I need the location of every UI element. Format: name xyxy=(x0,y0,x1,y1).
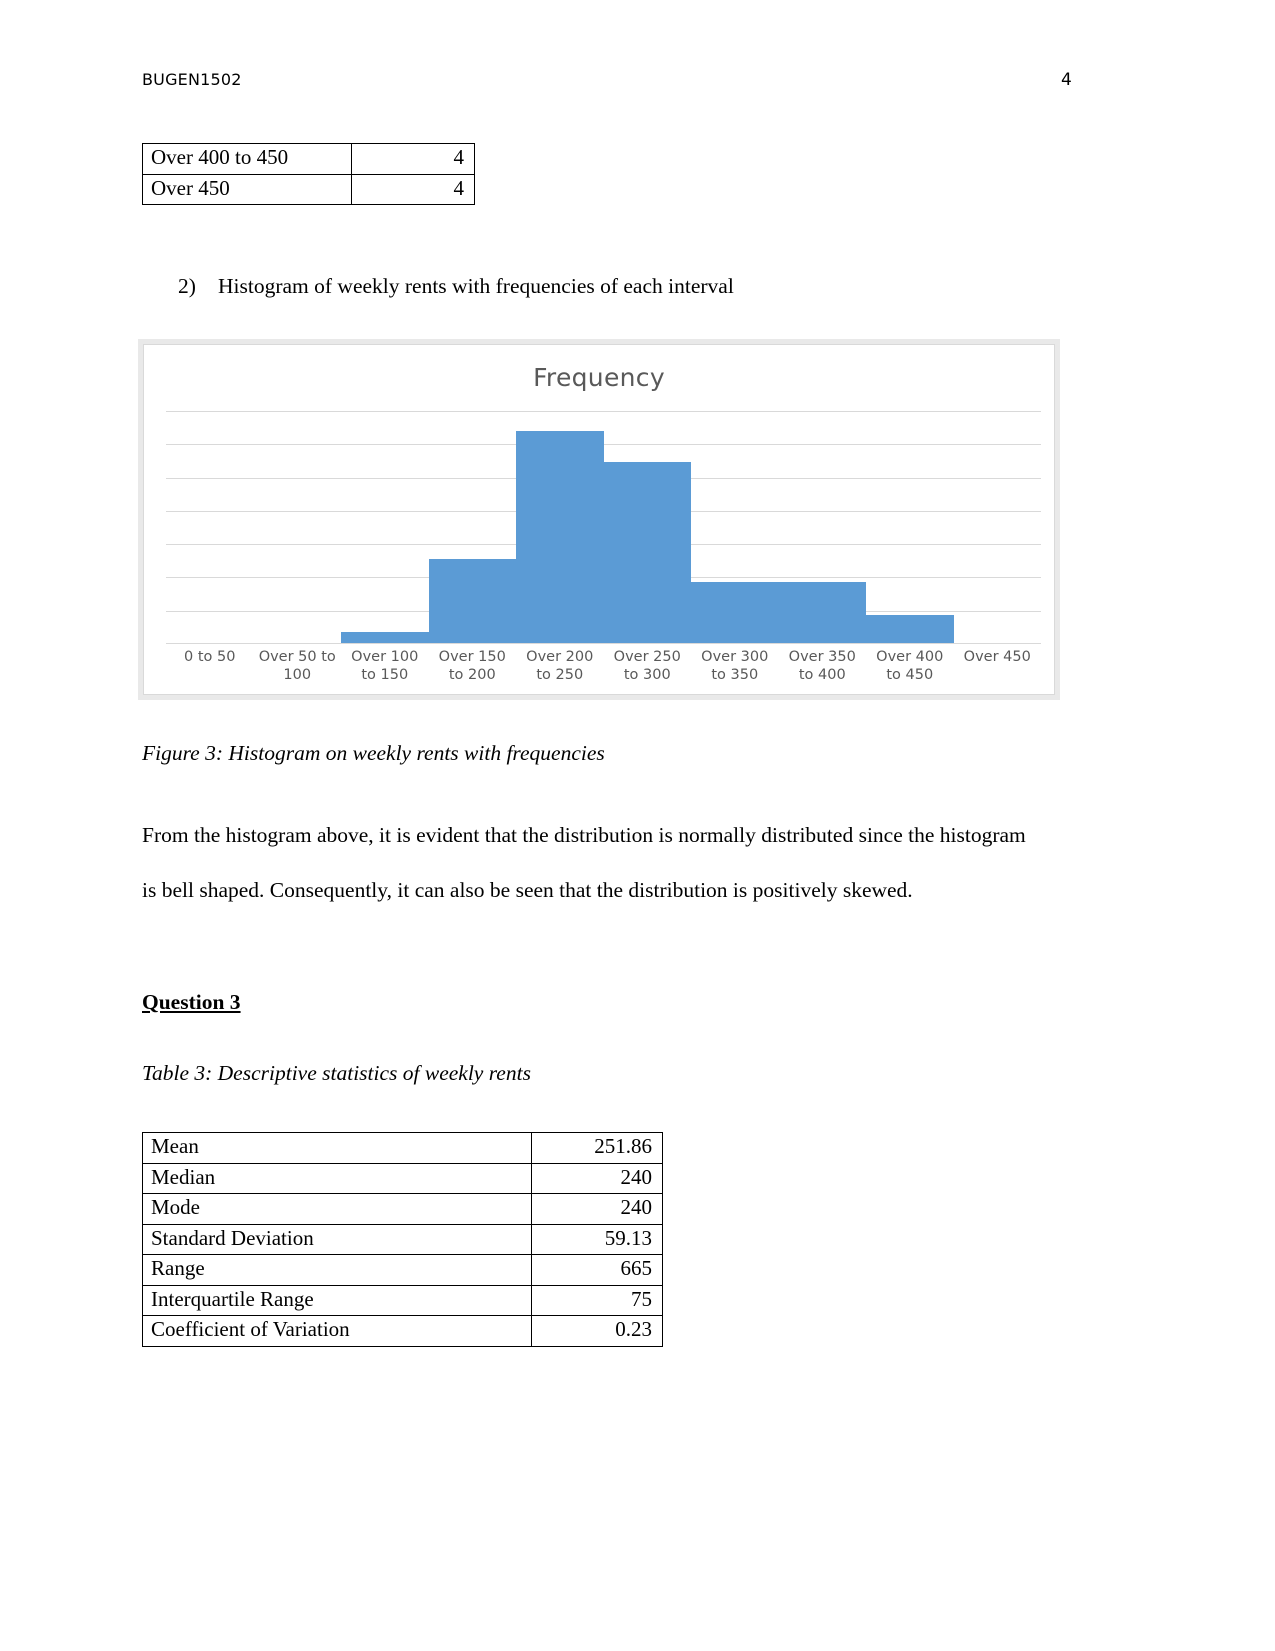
table-cell-value: 4 xyxy=(351,173,475,206)
chart-bar xyxy=(866,615,954,644)
x-axis-label: Over 200 to 250 xyxy=(526,649,594,684)
table-row: Median 240 xyxy=(142,1162,663,1195)
table-cell-value: 75 xyxy=(531,1284,663,1317)
table-cell-label: Mode xyxy=(142,1193,532,1225)
table-cell-value: 0.23 xyxy=(531,1315,663,1347)
table-row: Coefficient of Variation 0.23 xyxy=(142,1315,663,1347)
table-cell-label: Over 400 to 450 xyxy=(142,143,352,175)
x-axis-label: Over 450 xyxy=(963,649,1031,665)
x-axis-label: 0 to 50 xyxy=(184,649,236,665)
chart-plot-area xyxy=(166,411,1041,644)
descriptive-statistics-table: Mean 251.86 Median 240 Mode 240 Standard Devia… xyxy=(142,1132,663,1347)
body-paragraph: From the histogram above, it is evident … xyxy=(142,823,1026,902)
chart-x-axis-labels: 0 to 50 Over 50 to 100 Over 100 to 150 Over… xyxy=(166,648,1041,684)
table-row: Mode 240 xyxy=(142,1193,663,1225)
table-cell-value: 251.86 xyxy=(531,1132,663,1164)
list-item-label: Histogram of weekly rents with frequenci… xyxy=(218,274,734,298)
table-cell-label: Mean xyxy=(142,1132,532,1164)
figure-caption: Figure 3: Histogram on weekly rents with… xyxy=(142,741,605,765)
chart-title: Frequency xyxy=(533,363,665,392)
frequency-table-body: Over 400 to 450 4 Over 450 4 xyxy=(142,143,475,206)
x-axis-label: Over 400 to 450 xyxy=(876,649,944,684)
table-cell-value: 240 xyxy=(531,1193,663,1225)
table-row: Mean 251.86 xyxy=(142,1132,663,1164)
statistics-table-body: Mean 251.86 Median 240 Mode 240 Standard Devia… xyxy=(142,1132,663,1347)
table-row: Interquartile Range 75 xyxy=(142,1284,663,1317)
table-cell-label: Interquartile Range xyxy=(142,1284,532,1317)
histogram-chart: Frequency 0 to 50 Over 50 to 100 Over 100 … xyxy=(143,344,1055,695)
chart-bars xyxy=(166,411,1041,644)
table-row: Over 400 to 450 4 xyxy=(142,143,475,175)
table-cell-label: Range xyxy=(142,1254,532,1286)
chart-bar xyxy=(778,582,866,644)
list-item-number: 2) xyxy=(178,274,196,298)
question-heading: Question 3 xyxy=(142,990,241,1014)
table-row: Range 665 xyxy=(142,1254,663,1286)
table-cell-label: Coefficient of Variation xyxy=(142,1315,532,1347)
document-page: BUGEN1502 4 Over 400 to 450 4 Over 450 4… xyxy=(0,0,1275,1651)
table-cell-label: Median xyxy=(142,1162,532,1195)
chart-bar xyxy=(603,462,691,644)
chart-bar xyxy=(516,431,604,644)
table-cell-value: 240 xyxy=(531,1162,663,1195)
frequency-table: Over 400 to 450 4 Over 450 4 xyxy=(142,143,475,206)
x-axis-label: Over 50 to 100 xyxy=(258,649,336,684)
x-axis-label: Over 350 to 400 xyxy=(788,649,856,684)
page-number: 4 xyxy=(1060,70,1072,90)
chart-bar xyxy=(691,582,779,644)
table-row: Standard Deviation 59.13 xyxy=(142,1223,663,1256)
table-cell-value: 665 xyxy=(531,1254,663,1286)
table-cell-label: Standard Deviation xyxy=(142,1223,532,1256)
page-header: BUGEN1502 4 xyxy=(142,70,1072,90)
table-cell-label: Over 450 xyxy=(142,173,352,206)
chart-axis-line xyxy=(166,643,1041,644)
chart-bar xyxy=(428,559,516,644)
x-axis-label: Over 250 to 300 xyxy=(613,649,681,684)
table-row: Over 450 4 xyxy=(142,173,475,206)
list-item: 2) Histogram of weekly rents with frequen… xyxy=(178,274,734,300)
x-axis-label: Over 100 to 150 xyxy=(351,649,419,684)
x-axis-label: Over 300 to 350 xyxy=(701,649,769,684)
course-code: BUGEN1502 xyxy=(142,70,242,89)
table-caption: Table 3: Descriptive statistics of weekl… xyxy=(142,1061,531,1085)
x-axis-label: Over 150 to 200 xyxy=(438,649,506,684)
table-cell-value: 59.13 xyxy=(531,1223,663,1256)
table-cell-value: 4 xyxy=(351,143,475,175)
